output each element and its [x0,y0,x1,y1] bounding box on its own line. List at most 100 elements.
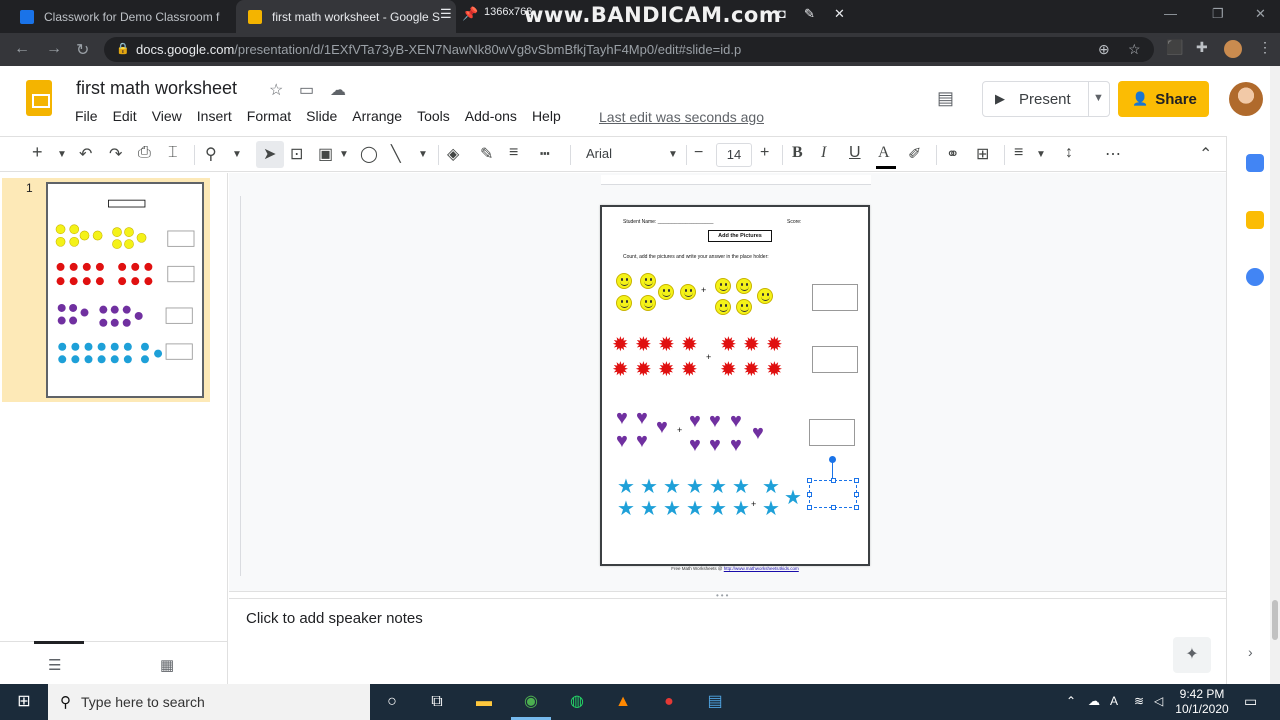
align-icon[interactable]: ≡ [1014,144,1023,162]
red-star-icon[interactable]: ✹ [612,335,629,355]
menu-arrange[interactable]: Arrange [352,108,402,124]
red-star-icon[interactable]: ✹ [658,335,675,355]
worksheet-instruction[interactable]: Count, add the pictures and write your a… [623,254,769,260]
slides-logo[interactable] [26,80,52,116]
font-dropdown-icon[interactable]: ▼ [668,149,678,160]
heart-icon[interactable]: ♥ [656,417,668,437]
more-options-icon[interactable]: ⋯ [1105,144,1121,164]
slide-thumbnail[interactable] [46,182,204,398]
zoom-icon[interactable]: ⊕ [1098,41,1110,58]
blue-star-icon[interactable]: ★ [709,477,727,497]
resize-handle[interactable] [807,478,812,483]
heart-icon[interactable]: ♥ [636,408,648,428]
heart-icon[interactable]: ♥ [616,431,628,451]
speaker-notes-placeholder[interactable]: Click to add speaker notes [246,610,423,627]
underline-icon[interactable]: U [849,144,861,162]
red-star-icon[interactable]: ✹ [635,360,652,380]
new-slide-icon[interactable]: + [32,142,43,163]
zoom-dropdown-icon[interactable]: ▼ [232,149,242,160]
bookmark-star-icon[interactable]: ☆ [1128,41,1141,58]
student-name-label[interactable]: Student Name: ____________________ [623,219,713,225]
show-hidden-icons-icon[interactable]: ⌃ [1066,694,1076,708]
bold-icon[interactable]: B [792,144,803,162]
collapse-toolbar-icon[interactable]: ⌃ [1199,144,1212,164]
border-dash-icon[interactable]: ┅ [540,144,550,164]
blue-star-icon[interactable]: ★ [617,499,635,519]
tab-first-math-worksheet[interactable]: first math worksheet - Google S [236,0,456,33]
menu-file[interactable]: File [75,108,98,124]
smiley-icon[interactable] [715,299,731,315]
heart-icon[interactable]: ♥ [636,431,648,451]
plus-sign[interactable]: + [751,499,756,509]
red-star-icon[interactable]: ✹ [612,360,629,380]
blue-star-icon[interactable]: ★ [762,499,780,519]
network-app-icon[interactable]: ▤ [703,692,727,712]
heart-icon[interactable]: ♥ [709,411,721,431]
pencil-icon[interactable]: ✎ [804,6,815,22]
red-star-icon[interactable]: ✹ [766,335,783,355]
menu-format[interactable]: Format [247,108,291,124]
answer-box[interactable] [812,346,858,373]
footer-link[interactable]: http://www.mathworksheets4kids.com [724,566,799,571]
select-cursor-icon[interactable]: ➤ [263,144,276,164]
file-explorer-icon[interactable]: ▬ [472,692,496,712]
font-family-select[interactable]: Arial [586,146,612,161]
plus-sign[interactable]: + [706,352,711,362]
insert-link-icon[interactable]: ⚭ [946,144,959,164]
smiley-icon[interactable] [715,278,731,294]
onedrive-icon[interactable]: ☁ [1088,694,1100,708]
undo-icon[interactable]: ↶ [79,144,92,164]
redo-icon[interactable]: ↷ [109,144,122,164]
document-title[interactable]: first math worksheet [76,78,237,99]
smiley-icon[interactable] [616,273,632,289]
decrease-font-size-icon[interactable]: − [694,144,703,162]
profile-avatar[interactable] [1224,40,1242,58]
tasks-icon[interactable] [1246,268,1264,286]
resize-handle[interactable] [807,505,812,510]
zoom-icon[interactable]: ⚲ [205,144,217,164]
line-dropdown-icon[interactable]: ▼ [418,149,428,160]
menu-help[interactable]: Help [532,108,561,124]
move-folder-icon[interactable]: ▭ [299,80,314,100]
share-button[interactable]: 👤 Share [1118,81,1209,117]
reload-icon[interactable]: ↻ [76,40,89,60]
heart-icon[interactable]: ♥ [730,435,742,455]
heart-icon[interactable]: ♥ [689,435,701,455]
page-scrollbar[interactable] [1270,66,1280,684]
last-edit-link[interactable]: Last edit was seconds ago [599,109,764,125]
bandicam-icon[interactable]: ● [657,692,681,712]
resize-handle[interactable] [807,492,812,497]
task-view-icon[interactable]: ⧉ [425,692,449,712]
pdf-extension-icon[interactable]: ⬛ [1166,39,1183,56]
blue-star-icon[interactable]: ★ [686,477,704,497]
smiley-icon[interactable] [736,278,752,294]
smiley-icon[interactable] [658,284,674,300]
chrome-menu-icon[interactable]: ⋮ [1258,39,1272,56]
heart-icon[interactable]: ♥ [616,408,628,428]
plus-sign[interactable]: + [677,425,682,435]
minimize-icon[interactable]: — [1164,6,1177,21]
blue-star-icon[interactable]: ★ [732,477,750,497]
present-dropdown-icon[interactable]: ▼ [1093,92,1104,104]
red-star-icon[interactable]: ✹ [681,335,698,355]
star-icon[interactable]: ☆ [269,80,283,100]
red-star-icon[interactable]: ✹ [681,360,698,380]
smiley-icon[interactable] [640,273,656,289]
italic-icon[interactable]: I [821,144,826,162]
selected-answer-box[interactable] [809,480,857,508]
menu-edit[interactable]: Edit [113,108,137,124]
blue-star-icon[interactable]: ★ [732,499,750,519]
text-color-icon[interactable]: A [878,144,890,162]
system-clock[interactable]: 9:42 PM 10/1/2020 [1172,687,1232,717]
red-star-icon[interactable]: ✹ [743,335,760,355]
grid-view-icon[interactable]: ▦ [160,656,174,674]
camera-icon[interactable]: ◘ [778,6,786,21]
blue-star-icon[interactable]: ★ [663,499,681,519]
red-star-icon[interactable]: ✹ [743,360,760,380]
paint-format-icon[interactable]: ⌶ [168,144,178,162]
heart-icon[interactable]: ♥ [689,411,701,431]
red-star-icon[interactable]: ✹ [635,335,652,355]
filmstrip-view-icon[interactable]: ☰ [48,656,61,674]
red-star-icon[interactable]: ✹ [658,360,675,380]
worksheet-title[interactable]: Add the Pictures [708,230,772,242]
